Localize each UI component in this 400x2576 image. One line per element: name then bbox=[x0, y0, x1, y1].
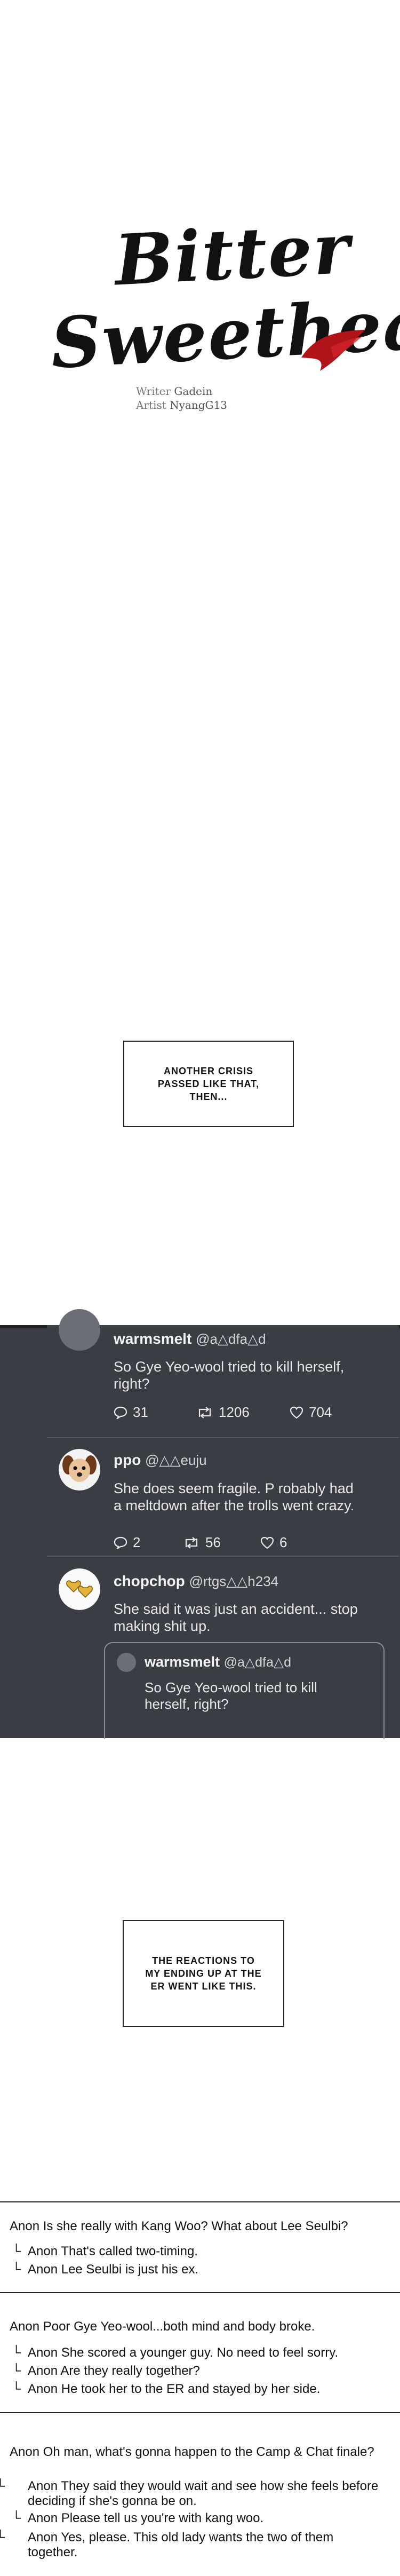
caption-text-1: ANOTHER CRISIS PASSED LIKE THAT, THEN... bbox=[157, 1066, 260, 1102]
comment-divider bbox=[0, 2292, 400, 2293]
post-text: She does seem fragile. P robably had a m… bbox=[114, 1480, 355, 1513]
comment-reply: └ Anon They said they would wait and see … bbox=[0, 2479, 379, 2508]
quoted-post-card[interactable]: warmsmelt @a△dfa△d So Gye Yeo-wool tried… bbox=[104, 1642, 385, 1739]
reply-arrow-icon: └ bbox=[12, 2511, 21, 2525]
artist-name: NyangG13 bbox=[170, 399, 227, 411]
post-stats: 2 56 6 bbox=[114, 1534, 287, 1551]
reply-arrow-icon: └ bbox=[12, 2345, 21, 2360]
reply-arrow-icon: └ bbox=[12, 2382, 21, 2396]
post-handle: @△△euju bbox=[145, 1452, 207, 1468]
comment: Anon Is she really with Kang Woo? What a… bbox=[10, 2219, 348, 2233]
avatar-heart-emblem bbox=[59, 1568, 100, 1610]
repost-icon bbox=[198, 1406, 211, 1418]
quoted-text: So Gye Yeo-wool tried to kill herself, r… bbox=[145, 1679, 317, 1712]
reply-arrow-icon: └ bbox=[12, 2244, 21, 2258]
quoted-author: warmsmelt @a△dfa△d bbox=[145, 1654, 291, 1670]
post-author: ppo @△△euju bbox=[114, 1452, 207, 1469]
reply-arrow-icon: └ bbox=[12, 2364, 21, 2378]
like-count[interactable]: 6 bbox=[260, 1534, 287, 1551]
like-count[interactable]: 704 bbox=[290, 1404, 332, 1421]
comment-reply: └ Anon She scored a younger guy. No need … bbox=[12, 2345, 339, 2360]
post-username: ppo bbox=[114, 1452, 141, 1468]
feed-post-1: warmsmelt @a△dfa△d So Gye Yeo-wool tried… bbox=[47, 1309, 399, 1438]
comment-reply: └ Anon He took her to the ER and stayed b… bbox=[12, 2382, 321, 2396]
reply-count[interactable]: 31 bbox=[114, 1404, 196, 1421]
reply-arrow-icon: └ bbox=[12, 2262, 21, 2277]
red-brush-stroke bbox=[301, 330, 365, 371]
post-author: warmsmelt @a△dfa△d bbox=[114, 1330, 266, 1348]
repost-count[interactable]: 1206 bbox=[196, 1404, 290, 1421]
comment-reply: └ Anon Please tell us you're with kang wo… bbox=[12, 2511, 264, 2525]
post-handle: @rtgs△△h234 bbox=[189, 1573, 279, 1589]
post-stats: 31 1206 704 bbox=[114, 1404, 332, 1421]
comment-icon bbox=[114, 1406, 127, 1419]
repost-icon bbox=[185, 1536, 198, 1549]
comment-divider bbox=[0, 2201, 400, 2202]
post-username: chopchop bbox=[114, 1573, 185, 1589]
comment-icon bbox=[114, 1536, 127, 1549]
feed-post-2: ppo @△△euju She does seem fragile. P rob… bbox=[47, 1438, 399, 1557]
comment-reply: └ Anon Are they really together? bbox=[12, 2364, 200, 2378]
post-username: warmsmelt bbox=[114, 1330, 192, 1347]
comment-reply: └ Anon Lee Seulbi is just his ex. bbox=[12, 2262, 199, 2277]
reply-arrow-icon: └ bbox=[0, 2479, 5, 2493]
repost-count[interactable]: 56 bbox=[183, 1534, 260, 1551]
caption-box-2: THE REACTIONS TO MY ENDING UP AT THE ER … bbox=[123, 1920, 284, 2027]
comment-divider bbox=[0, 2412, 400, 2413]
heart-icon bbox=[290, 1406, 303, 1418]
reply-count[interactable]: 2 bbox=[114, 1534, 183, 1551]
quoted-handle: @a△dfa△d bbox=[223, 1655, 291, 1670]
caption-text-2: THE REACTIONS TO MY ENDING UP AT THE ER … bbox=[145, 1955, 262, 1992]
artist-label: Artist bbox=[136, 399, 166, 411]
credits: Writer Gadein Artist NyangG13 bbox=[136, 384, 227, 412]
caption-box-1: ANOTHER CRISIS PASSED LIKE THAT, THEN... bbox=[123, 1041, 294, 1127]
post-handle: @a△dfa△d bbox=[196, 1331, 266, 1347]
post-text: So Gye Yeo-wool tried to kill herself, r… bbox=[114, 1359, 345, 1392]
writer-label: Writer bbox=[136, 385, 171, 398]
avatar-dog bbox=[59, 1449, 100, 1491]
comment-reply: └ Anon Yes, please. This old lady wants t… bbox=[0, 2530, 334, 2559]
post-text: She said it was just an accident... stop… bbox=[114, 1601, 358, 1634]
avatar bbox=[59, 1309, 100, 1351]
comment-reply: └ Anon That's called two-timing. bbox=[12, 2244, 198, 2258]
comment: Anon Oh man, what's gonna happen to the … bbox=[10, 2445, 374, 2459]
quoted-username: warmsmelt bbox=[145, 1654, 220, 1670]
reply-arrow-icon: └ bbox=[0, 2530, 5, 2545]
post-author: chopchop @rtgs△△h234 bbox=[114, 1573, 278, 1590]
heart-icon bbox=[260, 1536, 274, 1549]
comment: Anon Poor Gye Yeo-wool...both mind and b… bbox=[10, 2319, 315, 2334]
title-block: Bitter Sweetheart Writer Gadein Artist N… bbox=[0, 203, 400, 448]
social-feed-panel: warmsmelt @a△dfa△d So Gye Yeo-wool tried… bbox=[0, 1309, 400, 1739]
writer-name: Gadein bbox=[174, 385, 213, 398]
avatar bbox=[117, 1653, 136, 1672]
title-line-1: Bitter bbox=[113, 207, 353, 302]
